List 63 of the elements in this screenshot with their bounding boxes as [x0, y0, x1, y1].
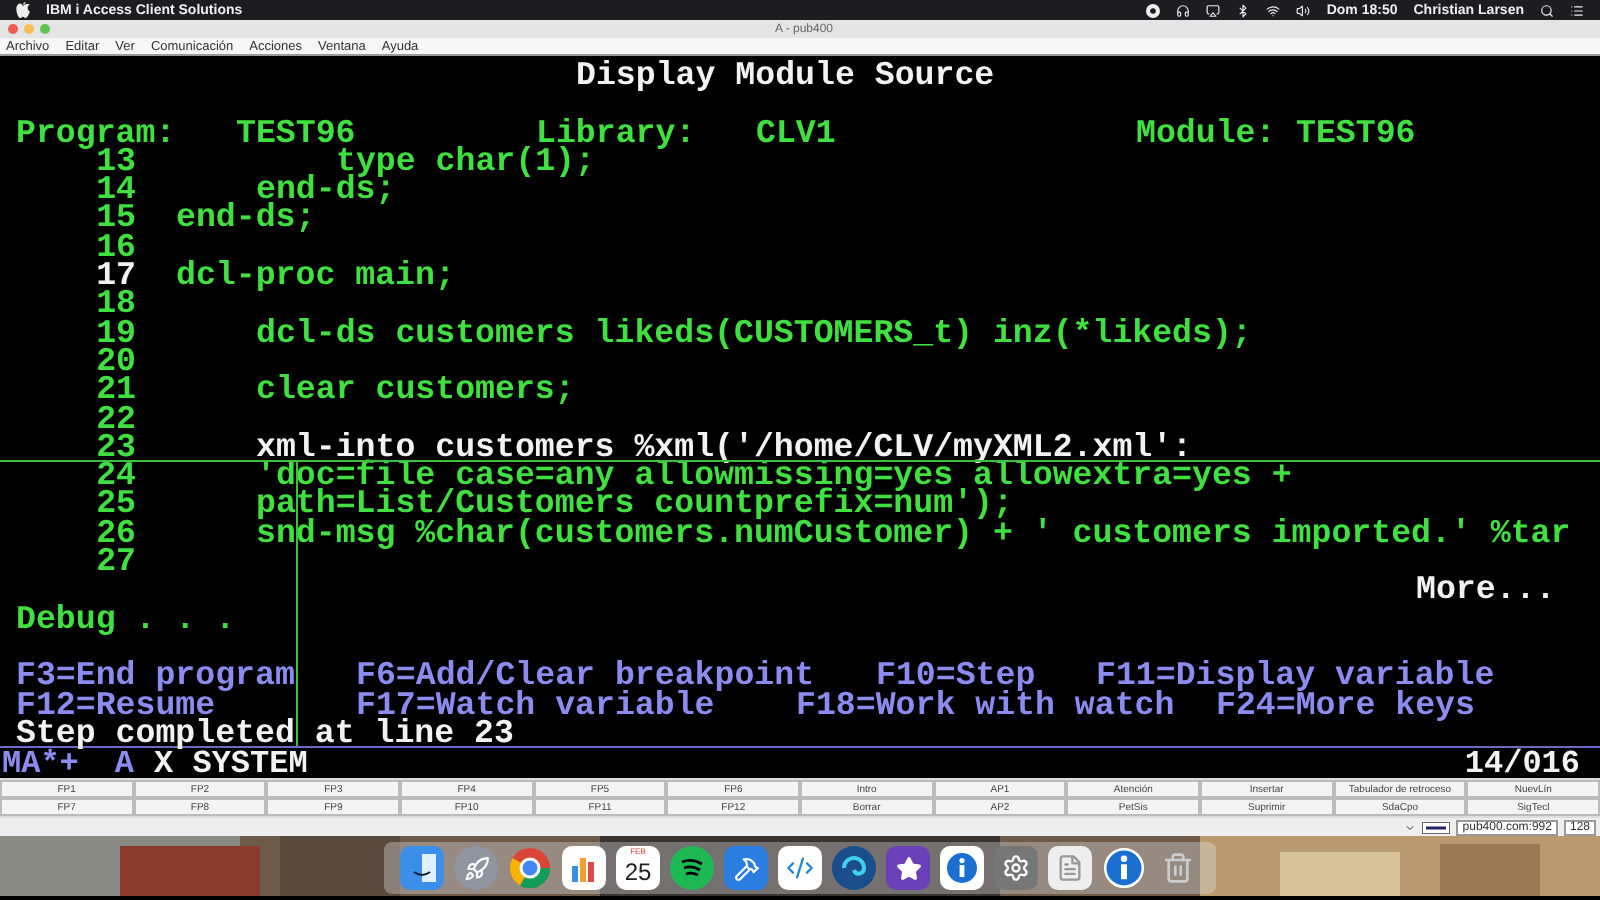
headphones-icon[interactable]	[1176, 3, 1191, 17]
cursor-position: 14/016	[1464, 745, 1580, 781]
volume-icon[interactable]	[1296, 3, 1311, 17]
source-code-line: dcl-ds customers likeds(CUSTOMERS_t) inz(*likeds);	[256, 319, 1254, 348]
smiley-square-icon[interactable]	[400, 846, 444, 890]
line-number: 16	[94, 233, 136, 263]
line-number: 24	[94, 462, 136, 491]
source-code-line: end-ds;	[256, 176, 396, 205]
function-key-hint: F11=Display variable	[1096, 662, 1496, 692]
record-icon[interactable]	[1146, 3, 1161, 17]
search-icon[interactable]	[1540, 3, 1554, 17]
line-number: 25	[94, 490, 136, 520]
wifi-icon[interactable]	[1266, 3, 1281, 17]
source-code-line: type char(1);	[336, 147, 595, 177]
function-key-hint: F18=Work with watch	[796, 691, 1175, 720]
function-key-hint: F10=Step	[876, 662, 1036, 692]
field-value: CLV1	[756, 119, 836, 148]
line-number: 13	[96, 147, 136, 177]
line-number: 23	[94, 433, 136, 463]
apple-icon[interactable]	[16, 2, 30, 18]
line-number: 20	[94, 347, 136, 377]
line-number: 26	[94, 519, 136, 549]
ring-icon[interactable]	[508, 846, 552, 890]
function-key-hint: F12=Resume	[16, 691, 216, 720]
more-indicator: More...	[1416, 576, 1556, 606]
connection-icon	[1422, 821, 1451, 833]
calendar-day: 25	[624, 858, 652, 886]
function-key-hint: F3=End program	[16, 662, 296, 692]
list-icon[interactable]	[1570, 3, 1584, 17]
field-label: Program:	[16, 119, 176, 148]
bar-chart-icon[interactable]	[562, 846, 606, 890]
airplay-icon[interactable]	[1206, 3, 1221, 17]
function-key-hint: F24=More keys	[1216, 691, 1476, 720]
line-number: 19	[94, 319, 136, 348]
field-value: TEST96	[1296, 119, 1416, 148]
source-code-line: dcl-proc main;	[176, 262, 456, 291]
source-code-line: end-ds;	[176, 204, 316, 234]
line-number: 18	[94, 290, 136, 320]
source-code-line: clear customers;	[256, 376, 576, 406]
session-indicator: A	[114, 745, 135, 781]
field-label: Library:	[536, 119, 696, 148]
function-key-hint: F17=Watch variable	[356, 691, 715, 720]
gear-icon[interactable]	[994, 846, 1038, 890]
info-icon[interactable]	[940, 846, 984, 890]
line-number: 22	[94, 405, 136, 434]
dropdown-icon[interactable]	[1404, 821, 1417, 833]
screen-title: Display Module Source	[576, 62, 996, 91]
close-button[interactable]	[8, 24, 18, 34]
line-number: 15	[94, 204, 136, 234]
line-number: 27	[94, 548, 136, 577]
status-indicator: MA*+	[2, 745, 79, 781]
function-key-hint: F6=Add/Clear breakpoint	[356, 662, 815, 692]
hammer-icon[interactable]	[724, 846, 768, 890]
debug-prompt: Debug . . .	[16, 605, 236, 634]
status-message: Step completed at line 23	[16, 719, 514, 749]
code-icon[interactable]	[778, 846, 822, 890]
field-value: TEST96	[236, 119, 356, 148]
line-number: 17	[94, 262, 136, 291]
field-label: Module:	[1136, 119, 1276, 148]
document-icon[interactable]	[1048, 846, 1092, 890]
line-number: 14	[94, 176, 136, 205]
bluetooth-icon[interactable]	[1236, 3, 1251, 17]
line-number: 21	[94, 376, 136, 406]
